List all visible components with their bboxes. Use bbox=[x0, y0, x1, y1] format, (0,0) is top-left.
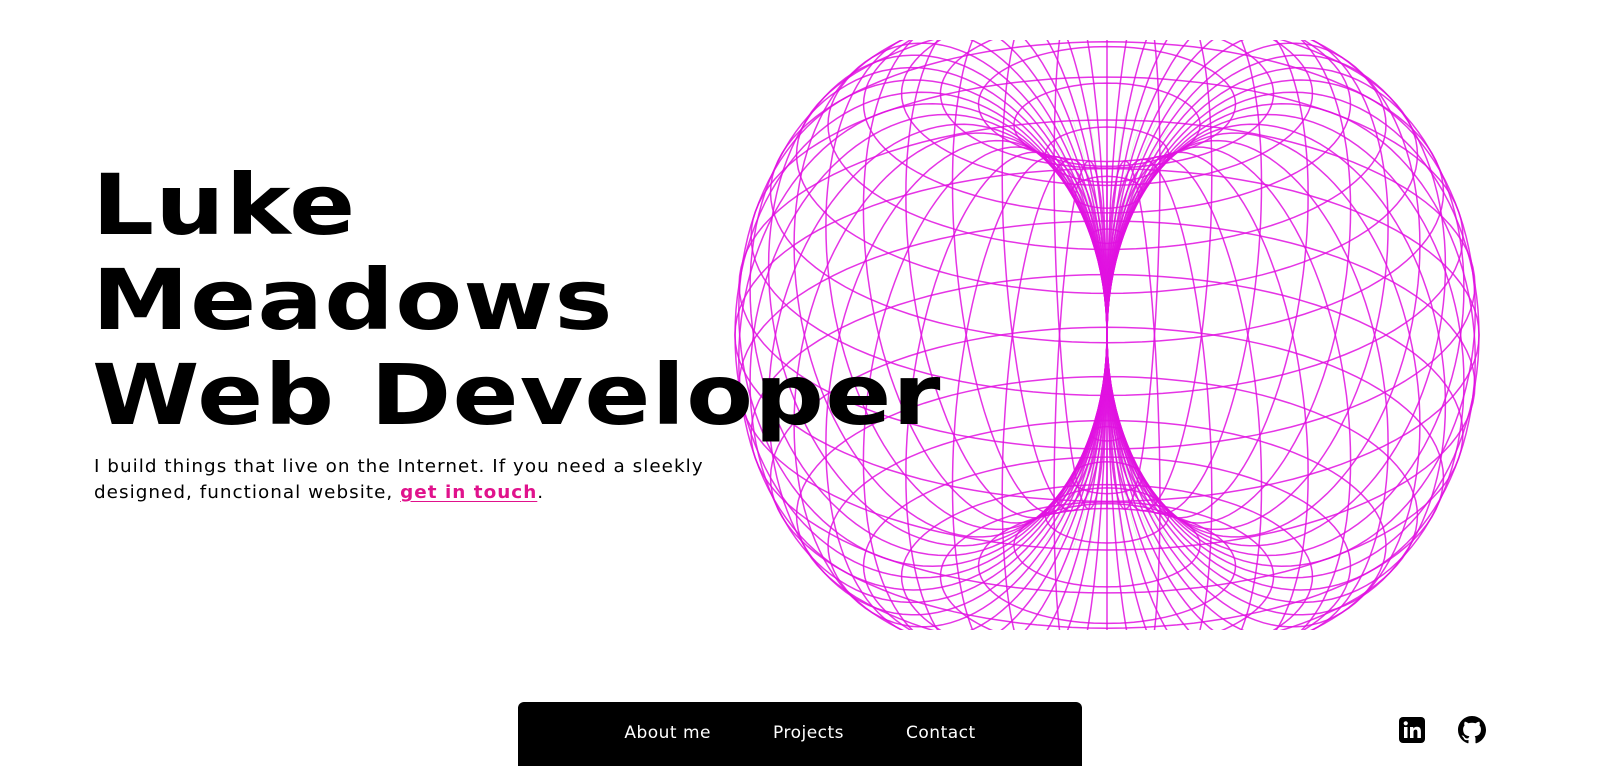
tagline-end: . bbox=[537, 482, 545, 503]
hero-name-first: Luke bbox=[92, 156, 357, 254]
social-links bbox=[1398, 716, 1486, 744]
github-icon[interactable] bbox=[1458, 716, 1486, 744]
hero-title: Luke Meadows Web Developer bbox=[92, 158, 942, 443]
tagline-text: I build things that live on the Internet… bbox=[94, 456, 704, 503]
nav-projects[interactable]: Projects bbox=[773, 723, 844, 743]
bottom-nav: About me Projects Contact bbox=[518, 702, 1082, 766]
nav-about-me[interactable]: About me bbox=[624, 723, 711, 743]
nav-contact[interactable]: Contact bbox=[906, 723, 976, 743]
get-in-touch-link[interactable]: get in touch bbox=[400, 482, 537, 503]
page: Luke Meadows Web Developer I build thing… bbox=[0, 0, 1600, 766]
torus-meridian bbox=[1106, 40, 1389, 531]
hero-name-last: Meadows bbox=[92, 251, 614, 349]
hero-role: Web Developer bbox=[92, 346, 942, 444]
torus-meridian bbox=[1106, 139, 1389, 630]
tagline: I build things that live on the Internet… bbox=[94, 454, 706, 506]
torus-meridian bbox=[1106, 132, 1421, 628]
torus-meridian bbox=[1106, 42, 1421, 538]
linkedin-icon[interactable] bbox=[1398, 716, 1426, 744]
